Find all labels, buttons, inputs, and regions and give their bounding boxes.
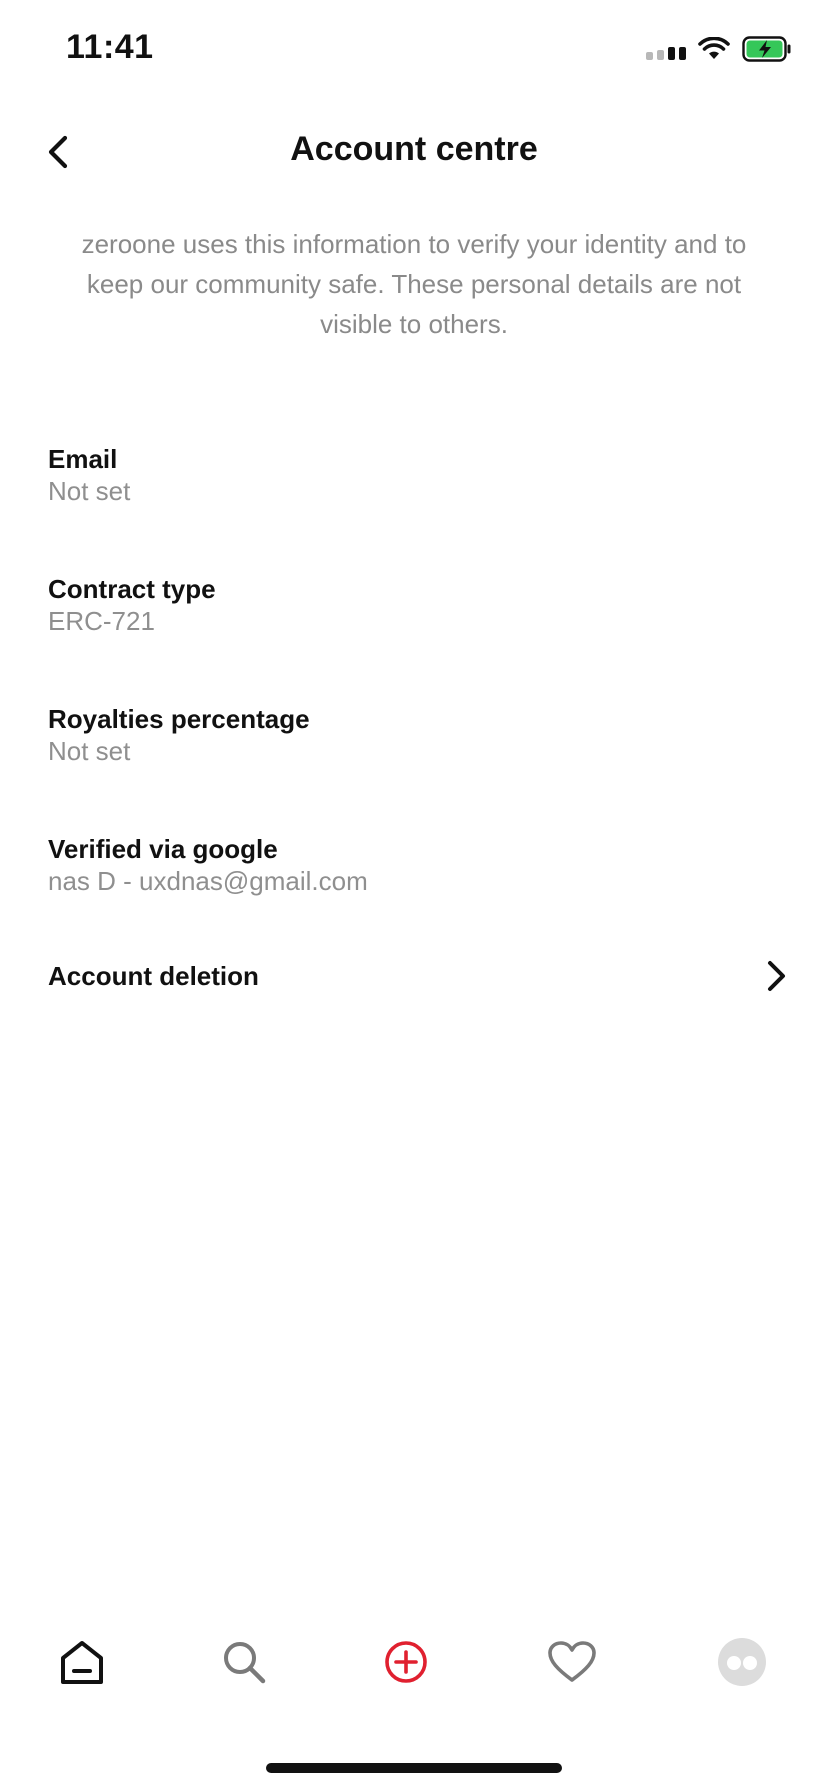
royalties-value: Not set [48, 736, 131, 766]
contract-type-value: ERC-721 [48, 606, 155, 636]
email-field: Email Not set [48, 443, 780, 507]
email-value: Not set [48, 476, 131, 506]
verified-google-value: nas D - uxdnas@gmail.com [48, 866, 368, 896]
royalties-label: Royalties percentage [48, 704, 310, 734]
search-icon [224, 1642, 266, 1684]
chevron-right-icon [768, 961, 785, 991]
account-deletion-label: Account deletion [48, 960, 259, 991]
home-icon [61, 1641, 103, 1684]
tab-search[interactable] [216, 1634, 272, 1690]
royalties-field: Royalties percentage Not set [48, 703, 780, 767]
status-bar: 11:41 [0, 0, 828, 100]
account-deletion-row[interactable]: Account deletion [48, 954, 788, 998]
cellular-signal-icon [646, 38, 686, 60]
tab-favorites[interactable] [544, 1634, 600, 1690]
wifi-icon [698, 37, 730, 59]
contract-type-field: Contract type ERC-721 [48, 573, 780, 637]
account-centre-screen: 11:41 Account centre zeroone uses this i… [0, 0, 828, 1792]
plus-circle-icon [385, 1641, 427, 1683]
heart-icon [548, 1641, 596, 1682]
status-time: 11:41 [66, 28, 154, 66]
home-indicator [266, 1763, 562, 1773]
tab-profile[interactable] [714, 1634, 770, 1690]
intro-description: zeroone uses this information to verify … [81, 229, 747, 339]
tab-bar [0, 1630, 828, 1710]
tab-home[interactable] [54, 1634, 110, 1690]
header: Account centre [0, 110, 828, 190]
status-icons [646, 36, 792, 62]
tab-create[interactable] [378, 1634, 434, 1690]
contract-type-label: Contract type [48, 574, 216, 604]
page-title: Account centre [290, 130, 538, 168]
avatar-icon [718, 1638, 766, 1686]
verified-google-field: Verified via google nas D - uxdnas@gmail… [48, 833, 780, 897]
battery-charging-icon [742, 36, 791, 62]
verified-google-label: Verified via google [48, 834, 278, 864]
email-label: Email [48, 444, 118, 474]
